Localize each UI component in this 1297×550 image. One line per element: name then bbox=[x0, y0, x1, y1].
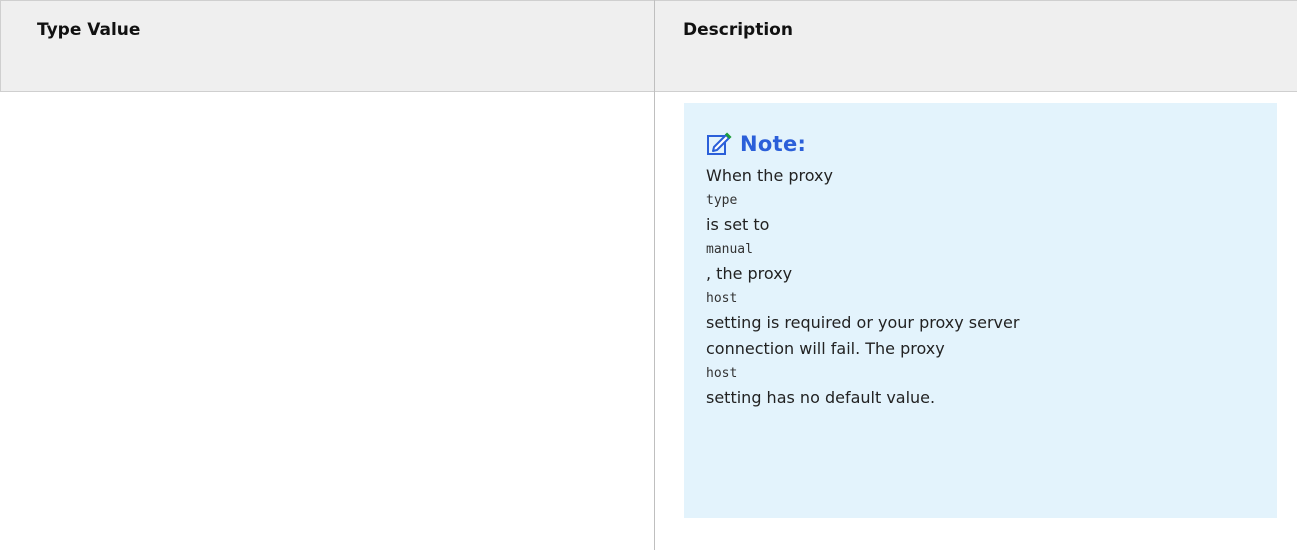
note-line-text: setting is required or your proxy server bbox=[706, 313, 1020, 332]
table-left-border bbox=[0, 0, 1, 92]
note-title: Note: bbox=[706, 129, 1257, 159]
note-body: When the proxy type is set to manual , t… bbox=[706, 163, 1257, 411]
note-line-text: setting has no default value. bbox=[706, 388, 936, 407]
note-line-code: manual bbox=[706, 242, 753, 257]
note-line-text: When the proxy bbox=[706, 166, 833, 185]
edit-note-icon bbox=[706, 131, 732, 157]
header-type-value: Type Value bbox=[37, 20, 141, 40]
note-line-text: , the proxy bbox=[706, 264, 793, 283]
note-line-code: type bbox=[706, 193, 738, 208]
note-label: Note: bbox=[740, 132, 807, 156]
note-line-text: connection will fail. The proxy bbox=[706, 339, 945, 358]
note-line-code: host bbox=[706, 366, 738, 381]
note-box: Note: When the proxy type is set to manu… bbox=[684, 103, 1277, 518]
note-line-code: host bbox=[706, 291, 738, 306]
note-line-text: is set to bbox=[706, 215, 770, 234]
row-left-border bbox=[0, 92, 1, 550]
table-header-row bbox=[0, 0, 1297, 92]
column-divider bbox=[654, 0, 655, 550]
header-description: Description bbox=[683, 20, 793, 40]
